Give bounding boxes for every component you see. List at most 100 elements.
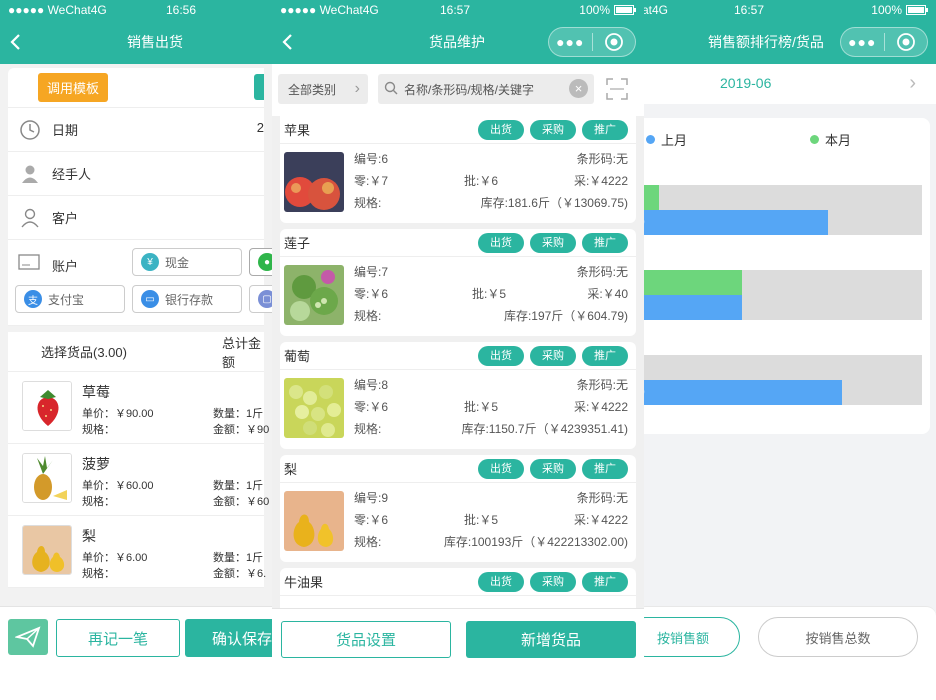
retail-price: 零:￥6 xyxy=(354,287,389,301)
carrier-text: ●●●●● WeChat4G xyxy=(8,3,107,17)
sales-ranking-chart: 上月 本月 00 xyxy=(636,118,930,434)
template-button[interactable]: 调用模板 xyxy=(38,73,109,102)
search-bar: 全部类别 › 名称/条形码/规格/关键字 × xyxy=(272,64,644,116)
product-stock: 库存:100193斤（￥422213302.00) xyxy=(443,535,628,549)
goods-spec: 规格： xyxy=(82,424,115,436)
ship-out-button[interactable]: 出货 xyxy=(478,233,524,253)
purchase-button[interactable]: 采购 xyxy=(530,120,576,140)
search-input[interactable]: 名称/条形码/规格/关键字 × xyxy=(378,74,594,104)
product-card[interactable]: 梨 出货 采购 推广 编号:9 条形码:无 零:￥6 批:￥5 采:￥4222 … xyxy=(280,455,636,562)
goods-price: 单价：￥60.00 xyxy=(82,480,154,492)
bar-last-month xyxy=(636,295,742,320)
product-barcode: 条形码:无 xyxy=(576,152,628,166)
promote-button[interactable]: 推广 xyxy=(582,346,628,366)
clock-icon xyxy=(8,119,52,141)
lotus-seed-image xyxy=(284,265,344,325)
apple-image xyxy=(284,152,344,212)
sale-footer: 再记一笔 确认保存 xyxy=(0,606,272,668)
promote-button[interactable]: 推广 xyxy=(582,572,628,592)
by-sales-total-button[interactable]: 按销售总数 xyxy=(758,617,918,657)
ship-out-button[interactable]: 出货 xyxy=(478,459,524,479)
by-sales-amount-button[interactable]: 按销售额 xyxy=(636,617,740,657)
new-goods-button[interactable]: 新增货品 xyxy=(466,621,636,658)
purchase-price: 采:￥4222 xyxy=(573,174,628,188)
strawberry-image xyxy=(22,381,72,431)
ship-out-button[interactable]: 出货 xyxy=(478,572,524,592)
legend-this-month: 本月 xyxy=(810,130,851,149)
account-label: 账户 xyxy=(52,259,79,274)
time-text: 16:56 xyxy=(166,3,197,17)
purchase-button[interactable]: 采购 xyxy=(530,572,576,592)
cash-label: 现金 xyxy=(165,255,190,270)
next-month-icon[interactable]: › xyxy=(909,72,916,95)
promote-button[interactable]: 推广 xyxy=(582,233,628,253)
wholesale-price: 批:￥5 xyxy=(464,513,499,527)
template-side-button[interactable] xyxy=(254,74,264,100)
pear-image xyxy=(22,525,72,575)
ship-out-button[interactable]: 出货 xyxy=(478,120,524,140)
chevron-right-icon: › xyxy=(354,80,360,97)
product-card[interactable]: 莲子 出货 采购 推广 编号:7 条形码:无 零:￥6 批:￥5 采:￥40 规… xyxy=(280,229,636,336)
more-icon[interactable]: ●●● xyxy=(549,34,592,50)
handler-row[interactable]: 经手人 xyxy=(8,152,264,196)
cash-icon: ¥ xyxy=(141,253,159,271)
wholesale-price: 批:￥6 xyxy=(464,174,499,188)
goods-screen: ●●●●● WeChat4G 16:57 100% 货品维护 ●●● 全部类别 … xyxy=(272,0,644,668)
bank-option[interactable]: ▭ 银行存款 xyxy=(132,285,242,313)
sale-form: 调用模板 日期 2 经手人 客户 账户 ¥ 现金 ● 支 支付宝 ▭ 银行存款 … xyxy=(8,68,272,326)
date-row[interactable]: 日期 2 xyxy=(8,108,264,152)
promote-button[interactable]: 推广 xyxy=(582,459,628,479)
wholesale-price: 批:￥5 xyxy=(472,287,507,301)
month-selector: 2019-06 › xyxy=(636,64,936,104)
scan-icon[interactable] xyxy=(606,78,628,100)
promote-button[interactable]: 推广 xyxy=(582,120,628,140)
product-code: 编号:7 xyxy=(354,265,389,279)
back-icon[interactable] xyxy=(6,30,26,54)
product-barcode: 条形码:无 xyxy=(576,491,628,505)
other-account-option[interactable]: ▢ xyxy=(249,285,272,313)
bar-last-month xyxy=(636,380,842,405)
record-again-button[interactable]: 再记一笔 xyxy=(56,619,180,657)
date-label: 日期 xyxy=(52,123,79,138)
alipay-option[interactable]: 支 支付宝 xyxy=(15,285,125,313)
account-section: 账户 ¥ 现金 ● 支 支付宝 ▭ 银行存款 ▢ xyxy=(8,240,272,326)
back-icon[interactable] xyxy=(278,30,298,54)
category-dropdown[interactable]: 全部类别 › xyxy=(278,74,368,104)
goods-item[interactable]: 梨 单价：￥6.00 规格： 数量：1斤 金额：￥6. xyxy=(8,516,266,588)
purchase-button[interactable]: 采购 xyxy=(530,346,576,366)
alipay-label: 支付宝 xyxy=(48,292,85,307)
product-name: 梨 xyxy=(284,462,298,477)
alipay-icon: 支 xyxy=(24,290,42,308)
product-code: 编号:6 xyxy=(354,152,389,166)
goods-price: 单价：￥6.00 xyxy=(82,552,148,564)
purchase-button[interactable]: 采购 xyxy=(530,233,576,253)
bar-this-month xyxy=(636,270,742,295)
wechat-option[interactable]: ● xyxy=(249,248,272,276)
purchase-button[interactable]: 采购 xyxy=(530,459,576,479)
product-spec: 规格: xyxy=(354,535,382,549)
ship-out-button[interactable]: 出货 xyxy=(478,346,524,366)
legend-this-month-label: 本月 xyxy=(825,133,852,148)
cash-option[interactable]: ¥ 现金 xyxy=(132,248,242,276)
product-card[interactable]: 葡萄 出货 采购 推广 编号:8 条形码:无 零:￥6 批:￥5 采:￥4222… xyxy=(280,342,636,449)
battery-indicator: 100% xyxy=(579,3,636,17)
close-target-icon[interactable] xyxy=(885,32,928,52)
goods-name: 草莓 xyxy=(82,384,110,400)
clear-icon[interactable]: × xyxy=(569,79,588,98)
customer-row[interactable]: 客户 xyxy=(8,196,264,240)
product-barcode: 条形码:无 xyxy=(576,378,628,392)
goods-item[interactable]: 菠萝 单价：￥60.00 规格： 数量：1斤 金额：￥60 xyxy=(8,444,269,516)
month-label[interactable]: 2019-06 xyxy=(720,75,771,91)
product-stock: 库存:181.6斤（￥13069.75) xyxy=(480,196,628,210)
goods-name: 梨 xyxy=(82,528,96,544)
retail-price: 零:￥6 xyxy=(354,400,389,414)
confirm-save-button[interactable]: 确认保存 xyxy=(185,619,272,657)
goods-item[interactable]: 草莓 单价：￥90.00 规格： 数量：1斤 金额：￥90 xyxy=(8,372,269,444)
goods-settings-button[interactable]: 货品设置 xyxy=(281,621,451,658)
more-icon[interactable]: ●●● xyxy=(841,34,884,50)
goods-footer: 货品设置 新增货品 xyxy=(272,608,644,668)
product-card[interactable]: 苹果 出货 采购 推广 编号:6 条形码:无 零:￥7 批:￥6 采:￥4222… xyxy=(280,116,636,223)
send-icon[interactable] xyxy=(8,619,48,655)
close-target-icon[interactable] xyxy=(593,32,636,52)
product-list: 苹果 出货 采购 推广 编号:6 条形码:无 零:￥7 批:￥6 采:￥4222… xyxy=(272,116,644,628)
